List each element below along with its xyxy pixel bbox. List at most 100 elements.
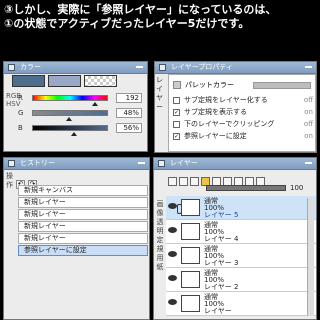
color-row-r: R 192 [18, 93, 146, 108]
history-item[interactable]: 新規レイヤー [18, 197, 148, 208]
layer-row[interactable]: 通常 100% レイヤー [166, 292, 316, 316]
transparent-swatch[interactable] [84, 75, 117, 87]
g-slider[interactable] [32, 110, 108, 116]
layer-property-box: パレットカラー サブ定規をレイヤー化する off ✓ サブ定規を表示する on … [168, 74, 316, 152]
color-panel: カラー RGB HSV R 192 G 48% B 56% [3, 61, 148, 152]
g-value[interactable]: 48% [116, 108, 142, 118]
history-titlebar[interactable]: ヒストリー [4, 158, 149, 170]
caption: ③しかし、実際に「参照レイヤー」になっているのは、 ①の状態でアクティブだったレ… [4, 3, 316, 31]
layer-thumbnail [181, 295, 200, 312]
property-row[interactable]: サブ定規をレイヤー化する off [173, 95, 313, 106]
minimize-icon[interactable] [305, 66, 312, 68]
b-label: B [18, 124, 23, 132]
caption-line-1: ③しかし、実際に「参照レイヤー」になっているのは、 [4, 3, 277, 16]
checkbox-checked[interactable]: ✓ [173, 109, 180, 116]
property-row[interactable]: 下のレイヤーでクリッピング off [173, 119, 313, 130]
new-folder-icon[interactable] [179, 177, 188, 186]
color-mode-tabs[interactable]: RGB HSV [6, 92, 21, 151]
color-row-g: G 48% [18, 108, 146, 123]
layer-name: レイヤー 2 [204, 283, 239, 291]
layers-scrollbar[interactable] [307, 198, 314, 316]
checkbox-unchecked[interactable] [173, 121, 180, 128]
opacity-value[interactable]: 100 [290, 184, 303, 192]
history-panel: ヒストリー 操作 ↶ ↷ 新規キャンバス 新規レイヤー 新規レイヤー 新規レイヤー… [3, 157, 150, 320]
main-color-swatch[interactable] [12, 75, 45, 87]
layer-name: レイヤー 4 [204, 235, 239, 243]
color-row-b: B 56% [18, 123, 146, 138]
layers-side-tabs[interactable]: 画像 透明 定規 用紙 [155, 200, 165, 272]
property-label: サブ定規を表示する [184, 108, 247, 116]
panel-icon [8, 64, 15, 71]
minimize-icon[interactable] [138, 162, 145, 164]
r-label: R [18, 94, 23, 102]
layer-thumbnail [181, 271, 200, 288]
slider-handle-icon[interactable] [71, 132, 77, 136]
new-layer-icon[interactable] [168, 177, 177, 186]
history-toolbar: ↶ ↷ [16, 171, 40, 189]
minimize-icon[interactable] [136, 66, 143, 68]
layers-panel: レイヤー 100 画像 透明 定規 用紙 通常 100% レイヤー 5 通常 1… [153, 157, 317, 320]
checkbox-unchecked[interactable] [173, 97, 180, 104]
history-item[interactable]: 新規レイヤー [18, 233, 148, 244]
layer-thumbnail [181, 223, 200, 240]
r-value[interactable]: 192 [116, 93, 142, 103]
layers-titlebar[interactable]: レイヤー [154, 158, 316, 170]
layer-property-titlebar[interactable]: レイヤープロパティ [155, 62, 316, 74]
history-side-tab[interactable]: 操作 [5, 172, 14, 190]
layers-toolbar [168, 171, 267, 186]
history-item[interactable]: 新規キャンバス [18, 185, 148, 196]
checkbox-checked[interactable]: ✓ [173, 133, 180, 140]
panel-icon [158, 160, 165, 167]
copy-layer-icon[interactable] [190, 177, 199, 186]
palette-checkbox[interactable] [173, 81, 181, 89]
caption-line-2: ①の状態でアクティブだったレイヤー5だけです。 [4, 17, 250, 30]
panel-icon [8, 160, 15, 167]
history-item[interactable]: 新規レイヤー [18, 221, 148, 232]
palette-color-row: パレットカラー [173, 80, 313, 91]
r-slider[interactable] [32, 95, 108, 101]
palette-color-bar[interactable] [253, 82, 311, 89]
eye-icon[interactable] [168, 299, 177, 305]
property-label: サブ定規をレイヤー化する [184, 96, 268, 104]
property-state: off [303, 120, 313, 128]
layer-name: レイヤー 3 [204, 259, 239, 267]
layer-name: レイヤー 5 [204, 211, 239, 219]
history-list: 新規キャンバス 新規レイヤー 新規レイヤー 新規レイヤー 新規レイヤー 参照レイ… [18, 185, 148, 257]
opacity-slider[interactable] [206, 185, 286, 191]
property-state: on [304, 132, 313, 140]
minimize-icon[interactable] [305, 162, 312, 164]
layer-row[interactable]: 通常 100% レイヤー 3 [166, 244, 316, 268]
slider-handle-icon[interactable] [66, 117, 72, 121]
layer-property-side-tab[interactable]: レイヤー [156, 76, 166, 112]
property-label: 参照レイヤーに設定 [184, 132, 247, 140]
eye-icon[interactable] [168, 227, 177, 233]
property-row[interactable]: ✓ 参照レイヤーに設定 on [173, 131, 313, 142]
layer-name: レイヤー [204, 307, 232, 315]
property-state: off [303, 96, 313, 104]
slider-handle-icon[interactable] [92, 102, 98, 106]
g-label: G [18, 109, 24, 117]
opacity-control: 100 [206, 184, 310, 193]
property-state: on [304, 108, 313, 116]
property-row[interactable]: ✓ サブ定規を表示する on [173, 107, 313, 118]
b-slider[interactable] [32, 125, 108, 131]
history-item[interactable]: 新規レイヤー [18, 209, 148, 220]
panel-icon [159, 64, 166, 71]
palette-label: パレットカラー [185, 81, 234, 89]
color-titlebar[interactable]: カラー [4, 62, 147, 74]
eye-icon[interactable] [168, 275, 177, 281]
b-value[interactable]: 56% [116, 123, 142, 133]
eye-icon[interactable] [168, 251, 177, 257]
layer-thumbnail [181, 199, 200, 216]
sub-color-swatch[interactable] [48, 75, 81, 87]
layer-row[interactable]: 通常 100% レイヤー 2 [166, 268, 316, 292]
layer-property-panel: レイヤープロパティ レイヤー パレットカラー サブ定規をレイヤー化する off … [154, 61, 317, 153]
history-item-selected[interactable]: 参照レイヤーに設定 [18, 245, 148, 256]
property-label: 下のレイヤーでクリッピング [184, 120, 275, 128]
layers-title: レイヤー [170, 159, 198, 167]
color-title: カラー [20, 63, 41, 71]
layer-row-selected[interactable]: 通常 100% レイヤー 5 [166, 196, 316, 220]
layer-row[interactable]: 通常 100% レイヤー 4 [166, 220, 316, 244]
layer-property-title: レイヤープロパティ [171, 63, 233, 71]
eye-icon[interactable] [168, 203, 177, 209]
